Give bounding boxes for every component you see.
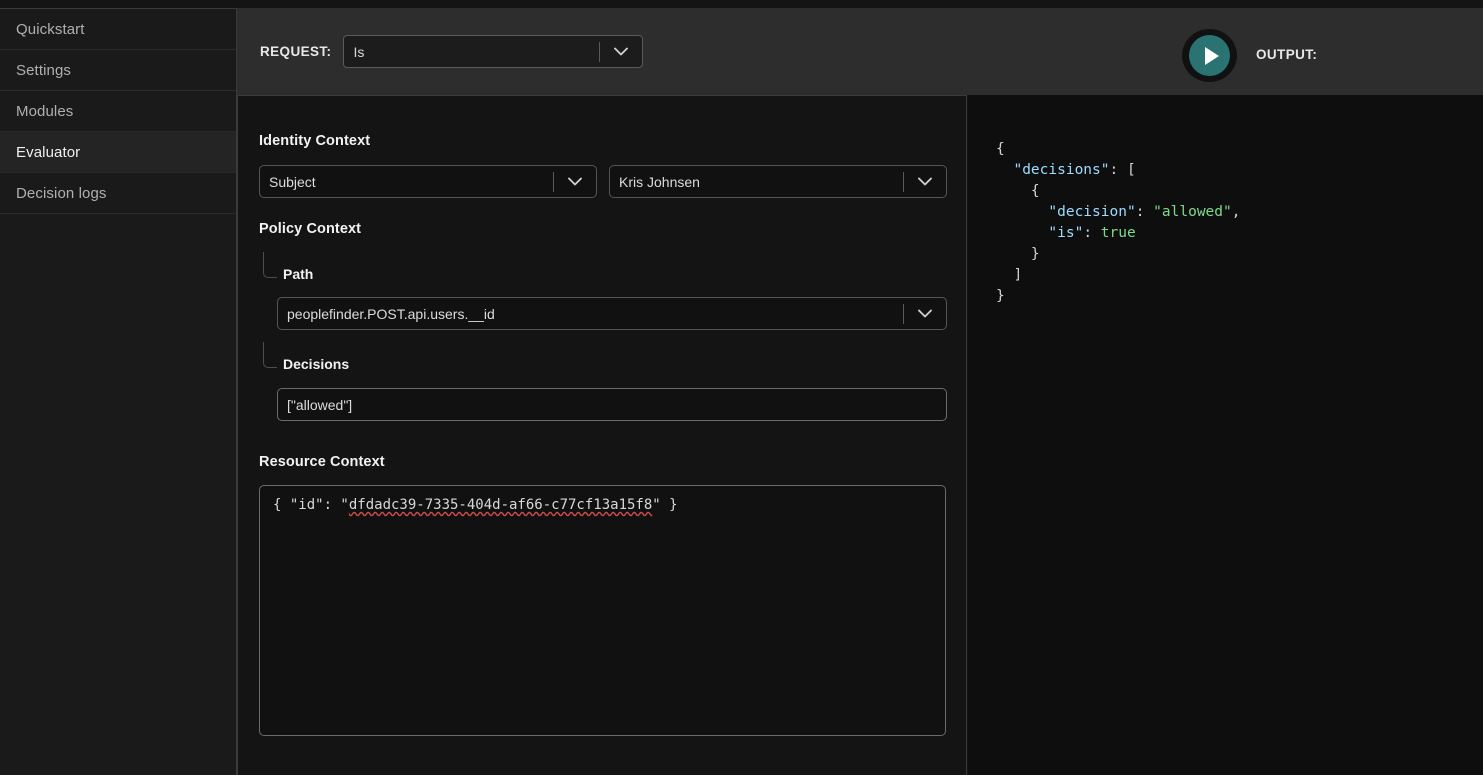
identity-value-select[interactable]: Kris Johnsen bbox=[609, 165, 947, 198]
path-value: peoplefinder.POST.api.users.__id bbox=[287, 305, 495, 322]
path-label: Path bbox=[283, 266, 314, 282]
path-select[interactable]: peoplefinder.POST.api.users.__id bbox=[277, 297, 947, 330]
tree-branch-connector bbox=[263, 252, 277, 278]
sidebar-item-label: Evaluator bbox=[16, 143, 81, 161]
output-json-token: true bbox=[1100, 225, 1136, 241]
sidebar-item-modules[interactable]: Modules bbox=[0, 91, 236, 132]
output-json-token: "decision" bbox=[1048, 204, 1136, 220]
sidebar-item-label: Settings bbox=[16, 61, 71, 79]
chevron-down-icon bbox=[904, 166, 946, 197]
output-json-line: { bbox=[996, 139, 1240, 160]
identity-type-value: Subject bbox=[269, 173, 316, 190]
play-icon bbox=[1189, 35, 1230, 76]
run-evaluation-button[interactable] bbox=[1182, 29, 1237, 82]
output-json-line: "decision": "allowed", bbox=[996, 202, 1240, 223]
decisions-label: Decisions bbox=[283, 356, 350, 372]
policy-context-title: Policy Context bbox=[259, 221, 362, 237]
tree-branch-connector bbox=[263, 342, 277, 368]
window-top-strip bbox=[0, 0, 1483, 8]
chevron-down-icon bbox=[600, 36, 642, 67]
decisions-value: ["allowed"] bbox=[287, 396, 353, 413]
request-type-value: Is bbox=[353, 43, 365, 60]
output-json-token: } bbox=[1030, 246, 1040, 262]
request-type-select[interactable]: Is bbox=[343, 35, 644, 68]
sidebar-item-quickstart[interactable]: Quickstart bbox=[0, 9, 236, 50]
sidebar-item-label: Decision logs bbox=[16, 184, 107, 202]
sidebar-item-label: Modules bbox=[16, 102, 74, 120]
sidebar-item-decision-logs[interactable]: Decision logs bbox=[0, 173, 236, 214]
sidebar-item-settings[interactable]: Settings bbox=[0, 50, 236, 91]
output-json-token: , bbox=[1231, 204, 1241, 220]
sidebar-item-evaluator[interactable]: Evaluator bbox=[0, 132, 236, 173]
decisions-input[interactable]: ["allowed"] bbox=[277, 388, 947, 421]
output-json-token: { bbox=[1030, 183, 1040, 199]
request-label: REQUEST: bbox=[260, 44, 332, 59]
output-json-token: : bbox=[1135, 204, 1154, 220]
identity-context-title: Identity Context bbox=[259, 133, 371, 149]
output-panel: { "decisions": [ { "decision": "allowed"… bbox=[968, 95, 1483, 775]
output-json-token: : bbox=[1083, 225, 1101, 241]
output-json-line: } bbox=[996, 244, 1240, 265]
identity-type-select[interactable]: Subject bbox=[259, 165, 597, 198]
output-json-token: : [ bbox=[1109, 162, 1136, 178]
output-json-token: ] bbox=[1013, 267, 1023, 283]
identity-value: Kris Johnsen bbox=[619, 173, 700, 190]
chevron-down-icon bbox=[904, 298, 946, 329]
chevron-down-icon bbox=[554, 166, 596, 197]
output-json: { "decisions": [ { "decision": "allowed"… bbox=[996, 139, 1240, 307]
output-json-line: } bbox=[996, 286, 1240, 307]
output-json-token: "allowed" bbox=[1153, 204, 1232, 220]
sidebar-nav: Quickstart Settings Modules Evaluator De… bbox=[0, 8, 237, 775]
resource-context-title: Resource Context bbox=[259, 454, 385, 470]
output-json-token: { bbox=[996, 141, 1005, 157]
output-json-token: "is" bbox=[1048, 225, 1084, 241]
evaluator-page: Quickstart Settings Modules Evaluator De… bbox=[0, 0, 1483, 775]
resource-context-textarea[interactable]: { "id": "dfdadc39-7335-404d-af66-c77cf13… bbox=[259, 485, 946, 736]
resource-json-prefix: { "id": " bbox=[273, 497, 349, 513]
toolbar: REQUEST: Is OUTPUT: bbox=[237, 8, 1483, 95]
sidebar-item-label: Quickstart bbox=[16, 20, 85, 38]
output-json-line: "is": true bbox=[996, 223, 1240, 244]
resource-uuid: dfdadc39-7335-404d-af66-c77cf13a15f8 bbox=[348, 497, 653, 513]
output-json-line: "decisions": [ bbox=[996, 160, 1240, 181]
output-json-line: { bbox=[996, 181, 1240, 202]
output-json-token: "decisions" bbox=[1013, 162, 1110, 178]
output-json-token: } bbox=[996, 288, 1005, 304]
resource-json-suffix: " } bbox=[652, 497, 678, 513]
output-label: OUTPUT: bbox=[1256, 47, 1318, 62]
output-json-line: ] bbox=[996, 265, 1240, 286]
